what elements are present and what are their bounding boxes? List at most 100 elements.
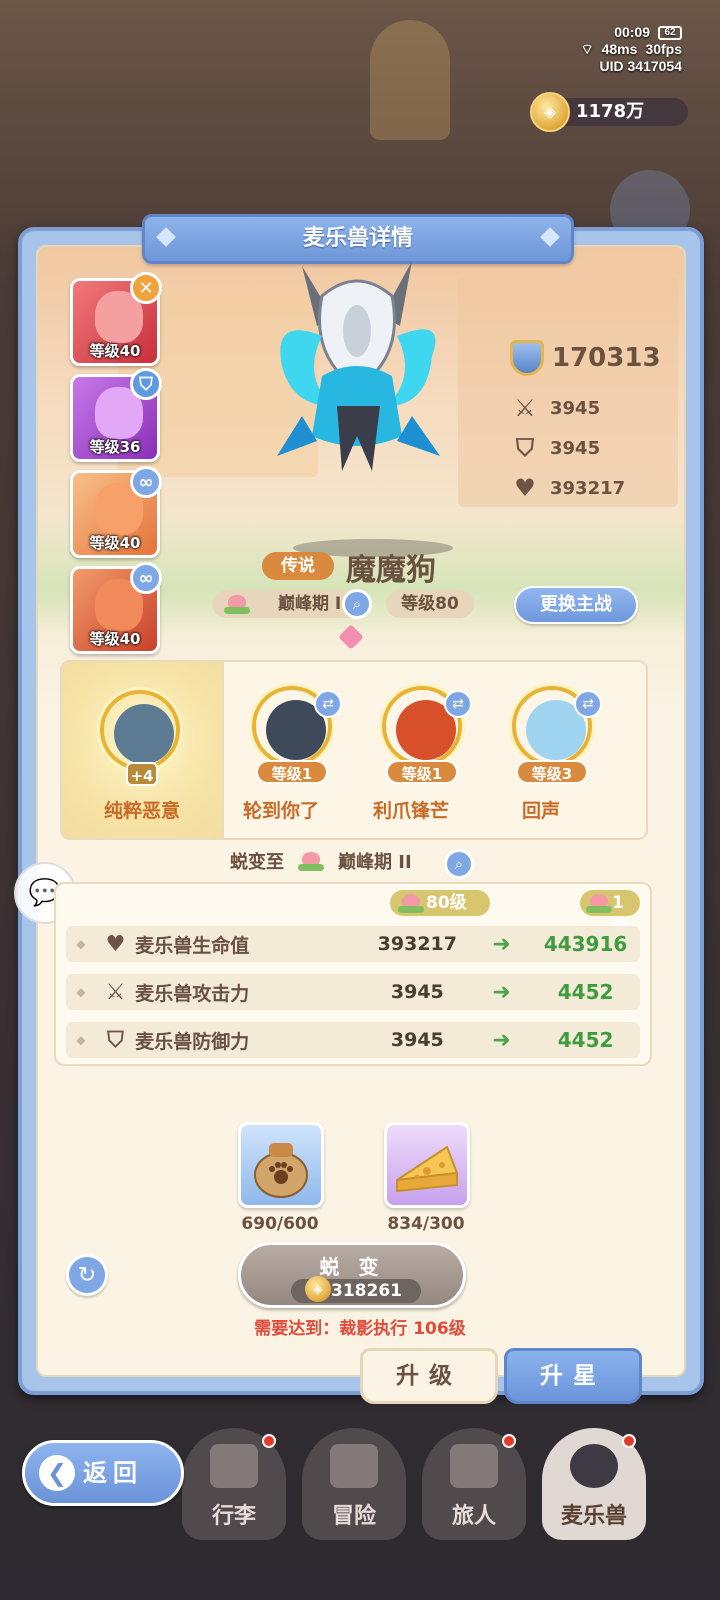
material-slot[interactable] — [384, 1122, 470, 1208]
nav-item-luggage[interactable]: 行李 — [182, 1428, 286, 1540]
magnify-icon[interactable]: ⌕ — [444, 849, 474, 879]
sword-icon: ⚔ — [514, 394, 536, 422]
evolve-button[interactable]: 蜕 变 ◈ 318261 — [238, 1242, 466, 1308]
power-shield-icon — [510, 340, 544, 376]
skill-plus: +4 — [126, 762, 158, 786]
notification-dot — [262, 1434, 276, 1448]
wifi-icon: ⌔ — [580, 41, 594, 57]
main-skill[interactable]: +4 纯粹恶意 — [62, 662, 224, 838]
back-arrow-icon: ❮ — [39, 1455, 75, 1491]
swap-icon[interactable]: ⇄ — [444, 690, 472, 718]
swap-icon[interactable]: ⇄ — [314, 690, 342, 718]
defense-value: 3945 — [550, 437, 601, 459]
evolve-button-label: 蜕 变 — [319, 1255, 385, 1279]
heart-icon: ♥ — [105, 931, 126, 957]
heart-icon: ♥ — [514, 474, 536, 502]
lotus-icon — [298, 850, 324, 872]
evolve-cost: ◈ 318261 — [291, 1276, 421, 1303]
evolve-cost-value: 318261 — [331, 1281, 402, 1301]
clock: 00:09 — [614, 24, 650, 40]
diamond-icon: ◆ — [76, 937, 86, 951]
skill-icon — [100, 690, 180, 770]
skill-level: 等级3 — [516, 760, 588, 784]
pet-illustration[interactable] — [262, 256, 452, 486]
material-count: 690/600 — [241, 1214, 319, 1234]
scene-house — [458, 277, 678, 507]
link-icon[interactable]: ∞ — [130, 466, 162, 498]
shield-icon: ⛉ — [107, 1027, 124, 1053]
skill-level: 等级1 — [256, 760, 328, 784]
currency-display[interactable]: ◈ 1178万 — [530, 92, 688, 132]
skill-level: 等级1 — [386, 760, 458, 784]
evolve-to-label: 蜕变至 — [230, 852, 284, 873]
next-level-badge: 1级 — [580, 890, 640, 939]
pet-icon — [570, 1444, 618, 1488]
nav-item-travelers[interactable]: 旅人 — [422, 1428, 526, 1540]
row-label: 麦乐兽攻击力 — [135, 982, 250, 1005]
from-level: 80级 — [426, 893, 467, 913]
shield-icon: ⛉ — [516, 434, 534, 462]
nav-label: 旅人 — [451, 1504, 496, 1529]
sword-icon: ⚔ — [105, 979, 126, 1005]
fps: 30fps — [645, 41, 682, 57]
nav-item-adventure[interactable]: 冒险 — [302, 1428, 406, 1540]
skill-item[interactable]: ⇄ 等级3 回声 — [506, 662, 636, 838]
combat-power: 170313 — [510, 340, 661, 376]
luggage-icon — [210, 1444, 258, 1488]
close-icon[interactable]: ✕ — [130, 272, 162, 304]
row-old-value: 3945 — [390, 981, 444, 1003]
power-value: 170313 — [552, 343, 661, 373]
row-label: 麦乐兽防御力 — [135, 1030, 250, 1053]
table-row: ◆ ⚔ 麦乐兽攻击力 3945 ➜ 4452 — [66, 974, 640, 1010]
refresh-icon[interactable]: ↻ — [66, 1254, 108, 1296]
lotus-icon — [398, 892, 424, 914]
coin-icon: ◈ — [530, 92, 570, 132]
material-count: 834/300 — [387, 1214, 465, 1234]
shield-icon[interactable]: ⛉ — [130, 368, 162, 400]
battery-icon: 62 — [658, 25, 682, 40]
tab-upgrade[interactable]: 升级 — [360, 1348, 498, 1404]
nav-item-pets[interactable]: 麦乐兽 — [542, 1428, 646, 1540]
material-slot[interactable] — [238, 1122, 324, 1208]
table-row: ◆ ⛉ 麦乐兽防御力 3945 ➜ 4452 — [66, 1022, 640, 1058]
panel-title: 麦乐兽详情 — [302, 226, 413, 251]
nav-label: 冒险 — [331, 1504, 376, 1529]
row-new-value: 443916 — [543, 932, 628, 956]
sparkle-icon — [156, 227, 176, 247]
magnify-icon[interactable]: ⌕ — [342, 589, 372, 619]
swap-icon[interactable]: ⇄ — [574, 690, 602, 718]
team-pet-level: 等级40 — [89, 534, 141, 552]
team-pet-level: 等级40 — [89, 342, 141, 360]
status-bar: 00:09 62 ⌔ 48ms 30fps UID 3417054 — [580, 24, 682, 75]
back-label: 返回 — [83, 1459, 143, 1487]
change-main-pet-button[interactable]: 更换主战 — [514, 586, 638, 624]
notification-dot — [622, 1434, 636, 1448]
pet-name: 魔魔狗 — [346, 553, 436, 588]
row-new-value: 4452 — [557, 980, 614, 1004]
team-pet-level: 等级36 — [89, 438, 141, 456]
skill-art — [114, 704, 174, 764]
sparkle-icon — [540, 227, 560, 247]
skill-name: 纯粹恶意 — [103, 800, 180, 822]
ping: 48ms — [601, 41, 638, 57]
pet-level: 等级80 — [386, 590, 474, 618]
skill-panel: +4 纯粹恶意 ⇄ 等级1 轮到你了 ⇄ 等级1 利爪锋芒 ⇄ 等级3 回声 — [60, 660, 648, 840]
row-old-value: 393217 — [377, 933, 457, 955]
stage-label: 巅峰期 I — [278, 594, 342, 614]
evolve-requirement: 需要达到：裁影执行 106级 — [254, 1319, 466, 1339]
lotus-icon — [586, 892, 612, 914]
skill-name: 回声 — [521, 800, 560, 822]
arrow-right-icon: ➜ — [492, 931, 511, 957]
food-bag-icon — [254, 1143, 308, 1198]
team-pet-level: 等级40 — [89, 630, 141, 648]
tab-star-up[interactable]: 升星 — [504, 1348, 642, 1404]
lotus-icon — [224, 593, 250, 615]
row-new-value: 4452 — [557, 1028, 614, 1052]
crossed-swords-icon — [330, 1444, 378, 1488]
link-icon[interactable]: ∞ — [130, 562, 162, 594]
hp-value: 393217 — [550, 477, 626, 499]
evolve-target-stage: 巅峰期 II — [338, 852, 412, 873]
back-button[interactable]: ❮ 返回 — [22, 1440, 184, 1506]
skill-name: 轮到你了 — [242, 800, 319, 822]
rarity-badge: 传说 — [262, 552, 334, 580]
